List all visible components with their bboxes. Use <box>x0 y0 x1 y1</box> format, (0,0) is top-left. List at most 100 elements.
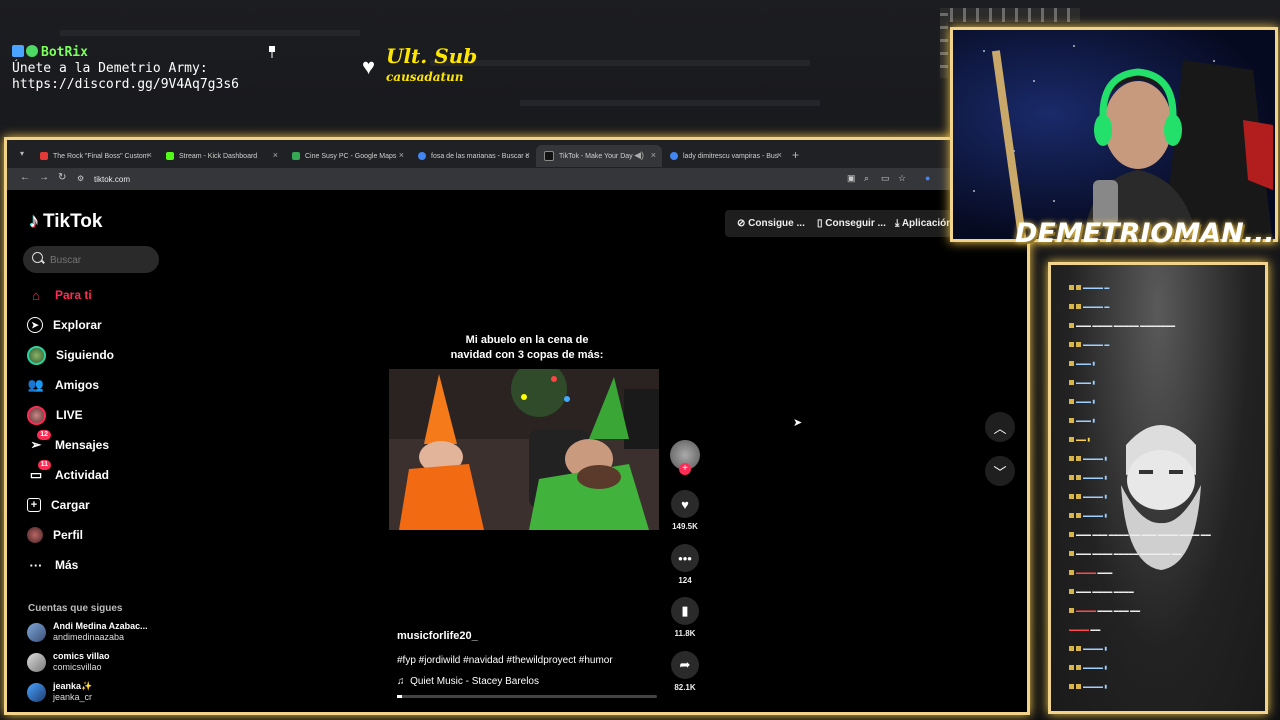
search-input[interactable] <box>48 251 152 269</box>
google-icon <box>670 152 678 160</box>
chat-line: ▬▬▬▬ ▬ <box>1069 285 1109 293</box>
streamer-name: DEMETRIOMAN... <box>1015 218 1275 249</box>
chat-line: ▬▬▬▬ ▬▬ <box>1069 627 1101 633</box>
previous-video-button[interactable]: ︿ <box>985 412 1015 442</box>
bearded-logo-icon <box>1121 425 1201 570</box>
close-icon[interactable]: × <box>147 150 152 160</box>
chat-line: ▬▬▬▬ ▮ <box>1069 684 1107 692</box>
tab-label: The Rock "Final Boss" Custom <box>53 152 149 160</box>
save-action[interactable]: ▮ 11.8K <box>670 597 700 638</box>
nav-actividad[interactable]: ▭ 11 Actividad <box>27 460 109 486</box>
close-icon[interactable]: × <box>525 150 530 160</box>
tiktok-logo[interactable]: ♪ TikTok <box>29 210 102 233</box>
compass-icon: ➤ <box>27 317 43 333</box>
tab-kick-dashboard[interactable]: Stream - Kick Dashboard × <box>158 145 284 167</box>
url-field[interactable]: tiktok.com <box>94 175 130 184</box>
share-arrow-icon[interactable]: ➦ <box>671 651 699 679</box>
nav-label: Explorar <box>53 318 102 332</box>
caption-line: navidad con 3 copas de más: <box>450 349 604 361</box>
button-label: Aplicación <box>901 218 953 229</box>
following-avatar-icon <box>27 345 46 365</box>
tab-the-rock[interactable]: The Rock "Final Boss" Custom × <box>32 145 158 167</box>
profile-icon[interactable]: ● <box>925 173 930 183</box>
like-action[interactable]: ♥ 149.5K <box>670 490 700 531</box>
google-icon <box>418 152 426 160</box>
comment-action[interactable]: ••• 124 <box>670 544 700 585</box>
account-name: comics villao <box>53 651 110 661</box>
tab-label: Cine Susy PC - Google Maps <box>305 152 397 160</box>
video-hashtags[interactable]: #fyp #jordiwild #navidad #thewildproyect… <box>397 655 613 666</box>
application-button[interactable]: ⤓ Aplicación <box>895 218 952 229</box>
nav-amigos[interactable]: 👥 Amigos <box>27 374 99 396</box>
share-action[interactable]: ➦ 82.1K <box>670 651 700 692</box>
following-account[interactable]: jeanka✨ jeanka_cr <box>27 681 92 703</box>
background-beam <box>60 30 360 36</box>
video-player[interactable] <box>389 369 659 530</box>
nav-label: Más <box>55 558 79 572</box>
reload-icon[interactable]: ↻ <box>58 172 66 183</box>
nav-perfil[interactable]: Perfil <box>27 524 83 546</box>
next-video-button[interactable]: ﹀ <box>985 456 1015 486</box>
close-icon[interactable]: × <box>399 150 404 160</box>
tab-tiktok[interactable]: TikTok - Make Your Day ◀) × <box>536 145 662 167</box>
translate-icon[interactable]: ▣ <box>847 173 856 184</box>
search-box[interactable] <box>23 246 159 273</box>
close-icon[interactable]: × <box>273 150 278 160</box>
tab-lady-dimitrescu[interactable]: lady dimitrescu vampiras - Bus × <box>662 145 788 167</box>
kick-icon <box>166 152 174 160</box>
nav-para-ti[interactable]: ⌂ Para ti <box>27 284 92 306</box>
back-icon[interactable]: ← <box>20 172 30 183</box>
botrix-message: BotRix Únete a la Demetrio Army: https:/… <box>12 45 239 93</box>
nav-mensajes[interactable]: ➢ 12 Mensajes <box>27 430 109 456</box>
cast-icon[interactable]: ▭ <box>881 173 890 184</box>
nav-siguiendo[interactable]: Siguiendo <box>27 344 114 366</box>
friends-icon: 👥 <box>27 377 45 392</box>
last-sub-user: causadatun <box>386 70 464 84</box>
bookmark-icon[interactable]: ▮ <box>671 597 699 625</box>
tiktok-page: ♪TikTok ⌂ Para ti ➤ Explorar Siguiendo 👥 Am… <box>7 190 1027 712</box>
tiktok-note-icon: ♪ <box>29 210 39 232</box>
nav-live[interactable]: LIVE <box>27 404 83 426</box>
caption-line: Mi abuelo en la cena de <box>465 334 589 346</box>
chat-line: ▬▬▬ ▮ <box>1069 361 1095 369</box>
nav-cargar[interactable]: + Cargar <box>27 494 90 516</box>
nav-mas[interactable]: ··· Más <box>27 554 79 576</box>
chat-line: ▬▬▬ ▮ <box>1069 380 1095 388</box>
close-icon[interactable]: × <box>651 150 656 160</box>
chevron-down-icon: ﹀ <box>993 464 1007 480</box>
forward-icon[interactable]: → <box>39 172 49 183</box>
new-tab-button[interactable]: + <box>792 148 799 162</box>
botrix-name: BotRix <box>41 45 88 60</box>
video-author[interactable]: musicforlife20_ <box>397 630 478 642</box>
close-icon[interactable]: × <box>777 150 782 160</box>
film-strip-decoration <box>940 8 948 78</box>
site-info-icon[interactable]: ⚙ <box>77 174 84 183</box>
account-handle: andimedinaazaba <box>53 632 125 642</box>
account-name: jeanka✨ <box>53 681 93 691</box>
following-account[interactable]: Andi Medina Azabac... andimedinaazaba <box>27 621 148 643</box>
tab-label: TikTok - Make Your Day <box>559 152 633 160</box>
tab-label: fosa de las marianas - Buscar c <box>431 152 530 160</box>
following-account[interactable]: comics villao comicsvillao <box>27 651 110 673</box>
botrix-line: Únete a la Demetrio Army: <box>12 61 208 76</box>
audio-icon[interactable]: ◀) <box>634 150 644 161</box>
get-app-button[interactable]: ▯ Conseguir ... <box>817 218 886 229</box>
tab-google-maps[interactable]: Cine Susy PC - Google Maps × <box>284 145 410 167</box>
avatar <box>27 652 46 672</box>
nav-explorar[interactable]: ➤ Explorar <box>27 314 102 336</box>
get-coins-button[interactable]: ⊘ Consigue ... <box>737 218 805 229</box>
zoom-icon[interactable]: ⌕ <box>864 173 869 184</box>
tab-google-search[interactable]: fosa de las marianas - Buscar c × <box>410 145 536 167</box>
upload-icon: + <box>27 498 41 512</box>
chat-line: ▬▬▬ ▮ <box>1069 418 1095 426</box>
save-count: 11.8K <box>674 629 696 638</box>
tab-search-icon[interactable]: ▾ <box>20 149 24 158</box>
heart-icon[interactable]: ♥ <box>671 490 699 518</box>
comment-icon[interactable]: ••• <box>671 544 699 572</box>
video-progress-bar[interactable] <box>397 695 657 698</box>
bookmark-star-icon[interactable]: ☆ <box>898 173 906 184</box>
chevron-up-icon: ︿ <box>993 420 1007 436</box>
bot-icon <box>26 45 38 57</box>
video-music[interactable]: ♫ Quiet Music - Stacey Barelos <box>397 676 539 687</box>
follow-plus-icon[interactable]: + <box>679 463 691 475</box>
